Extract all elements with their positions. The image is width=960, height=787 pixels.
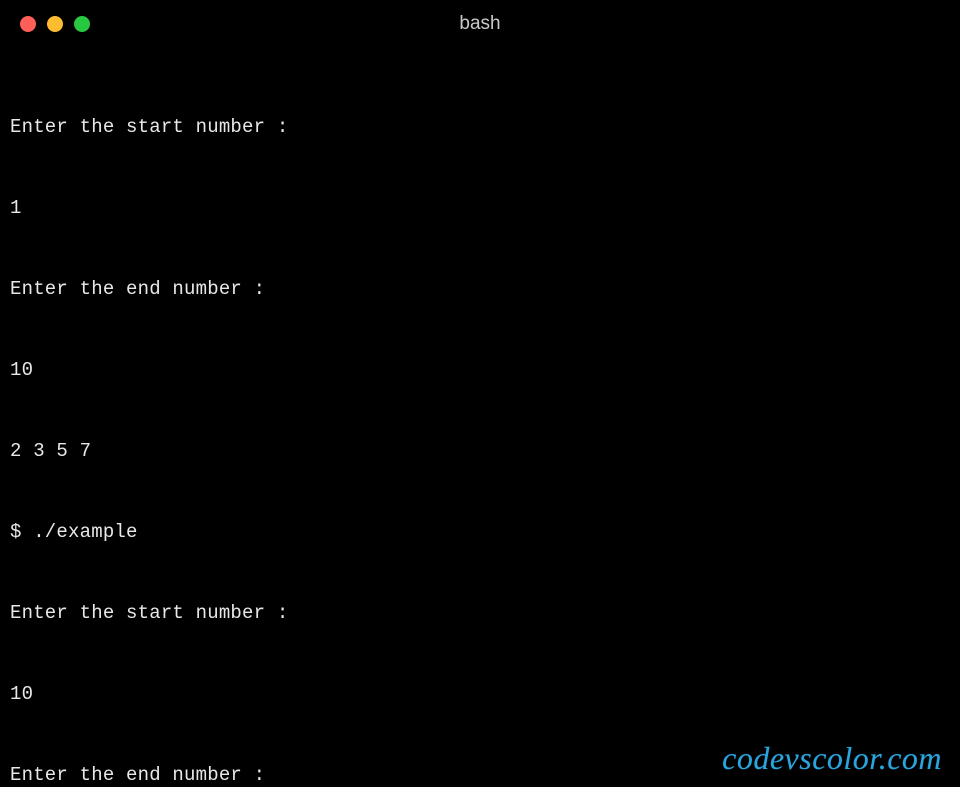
terminal-line: 2 3 5 7 <box>10 438 956 465</box>
terminal-line: 10 <box>10 681 956 708</box>
terminal-body[interactable]: Enter the start number : 1 Enter the end… <box>0 48 960 787</box>
terminal-line: Enter the start number : <box>10 114 956 141</box>
terminal-window: bash Enter the start number : 1 Enter th… <box>0 0 960 787</box>
window-title: bash <box>0 13 960 35</box>
titlebar: bash <box>0 0 960 48</box>
terminal-line: $ ./example <box>10 519 956 546</box>
terminal-line: 1 <box>10 195 956 222</box>
terminal-line: Enter the end number : <box>10 762 956 787</box>
terminal-line: Enter the start number : <box>10 600 956 627</box>
maximize-icon[interactable] <box>74 16 90 32</box>
terminal-line: 10 <box>10 357 956 384</box>
close-icon[interactable] <box>20 16 36 32</box>
traffic-lights <box>0 16 90 32</box>
terminal-line: Enter the end number : <box>10 276 956 303</box>
minimize-icon[interactable] <box>47 16 63 32</box>
